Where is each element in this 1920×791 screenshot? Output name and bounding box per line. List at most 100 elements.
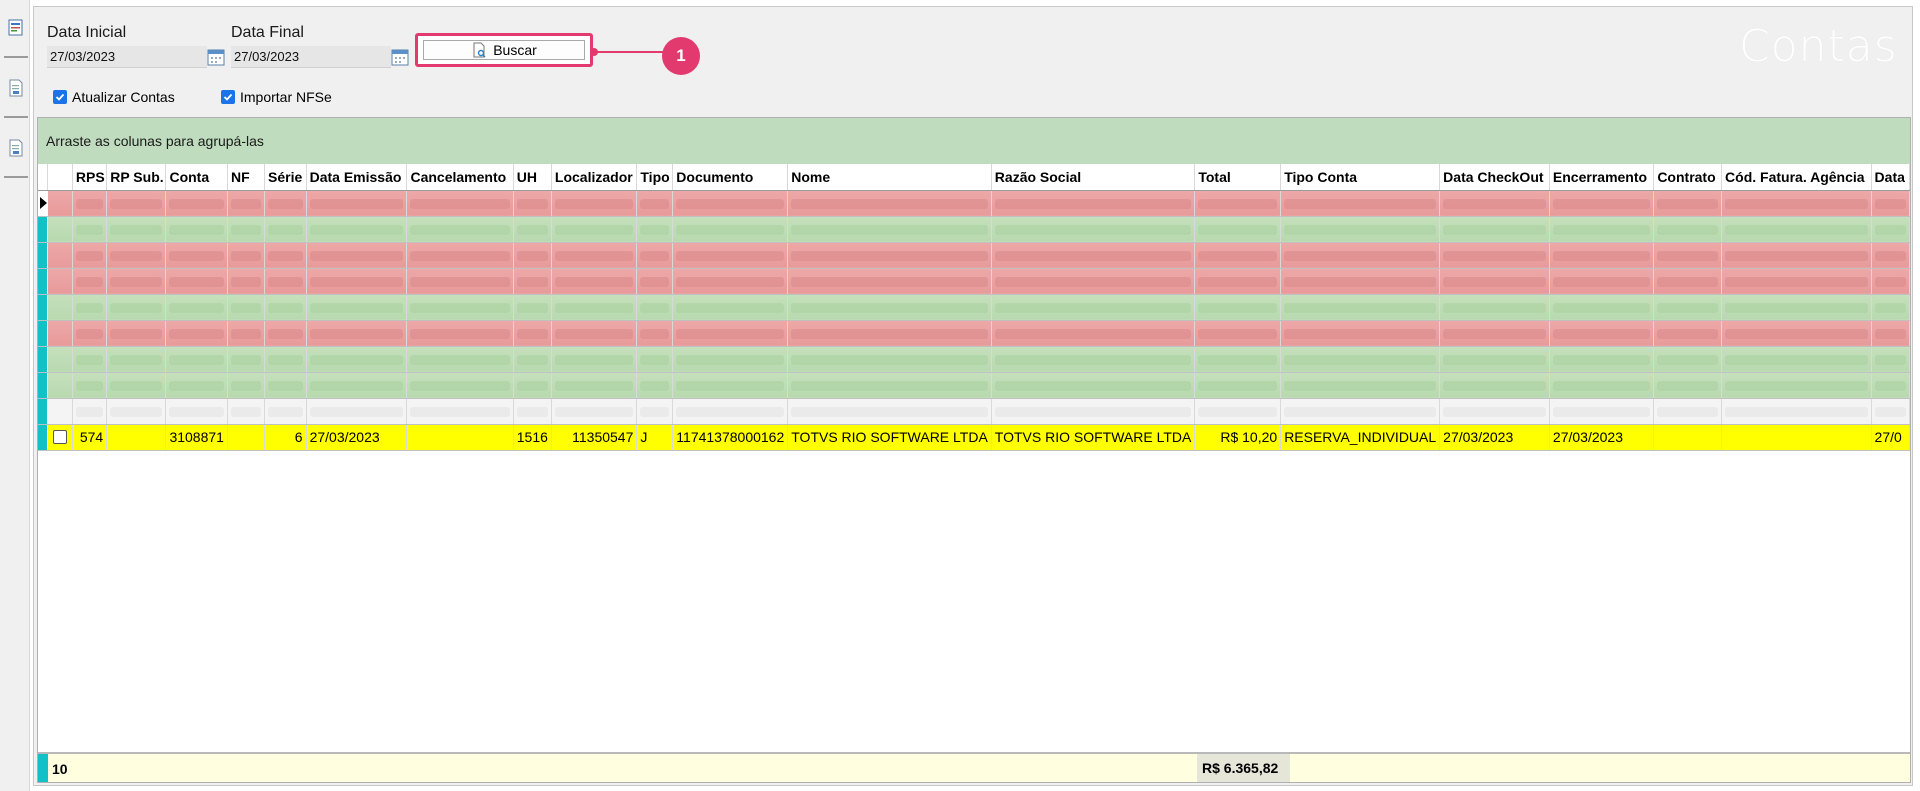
- buscar-button[interactable]: Buscar: [423, 40, 585, 60]
- table-cell: [1439, 294, 1550, 321]
- table-cell: [406, 372, 514, 399]
- cell-data-emissao: 27/03/2023: [306, 424, 408, 451]
- table-cell: [1280, 320, 1441, 347]
- table-row[interactable]: [38, 216, 1910, 243]
- table-cell: [165, 320, 228, 347]
- table-row[interactable]: [38, 190, 1910, 217]
- cell-cod-fatura: [1721, 424, 1872, 451]
- atualizar-contas-checkbox[interactable]: Atualizar Contas: [53, 89, 175, 105]
- table-row[interactable]: [38, 320, 1910, 347]
- table-cell: [264, 268, 307, 295]
- table-cell: [1549, 190, 1655, 217]
- table-row[interactable]: [38, 346, 1910, 373]
- table-cell: [165, 268, 228, 295]
- table-cell: [1871, 294, 1910, 321]
- table-row[interactable]: [38, 294, 1910, 321]
- importar-nfse-checkbox[interactable]: Importar NFSe: [221, 89, 332, 105]
- cell-uh: 1516: [513, 424, 552, 451]
- table-row[interactable]: [38, 372, 1910, 399]
- toolbar-button-3[interactable]: [4, 124, 28, 178]
- table-cell: [1194, 398, 1282, 425]
- col-data-emissao[interactable]: Data Emissão: [306, 164, 408, 191]
- table-cell: [306, 346, 408, 373]
- table-cell: [636, 216, 674, 243]
- table-cell: [991, 294, 1196, 321]
- data-inicial-input[interactable]: 27/03/2023: [47, 46, 207, 68]
- table-cell: [1194, 346, 1282, 373]
- table-cell: [1721, 346, 1872, 373]
- table-cell: [264, 216, 307, 243]
- checkmark-icon: [221, 90, 235, 104]
- col-rps[interactable]: RPS: [72, 164, 108, 191]
- row-checkbox[interactable]: [53, 430, 68, 444]
- table-row[interactable]: [38, 242, 1910, 269]
- col-encerramento[interactable]: Encerramento: [1549, 164, 1655, 191]
- table-cell: [165, 346, 228, 373]
- col-cod-fatura-agencia[interactable]: Cód. Fatura. Agência: [1721, 164, 1872, 191]
- col-serie[interactable]: Série: [264, 164, 307, 191]
- table-cell: [1871, 190, 1910, 217]
- table-cell: [787, 372, 992, 399]
- col-rp-sub[interactable]: RP Sub.: [106, 164, 167, 191]
- table-cell: [551, 294, 638, 321]
- col-data-checkout[interactable]: Data CheckOut: [1439, 164, 1550, 191]
- col-localizador[interactable]: Localizador: [551, 164, 638, 191]
- table-cell: [1871, 216, 1910, 243]
- table-cell: [264, 372, 307, 399]
- cell-tipo-conta: RESERVA_INDIVIDUAL: [1280, 424, 1441, 451]
- callout-line: [593, 51, 665, 53]
- col-tipo[interactable]: Tipo: [636, 164, 674, 191]
- toolbar-button-2[interactable]: [4, 64, 28, 118]
- table-row[interactable]: [38, 268, 1910, 295]
- table-cell: [1280, 398, 1441, 425]
- col-uh[interactable]: UH: [513, 164, 552, 191]
- col-nf[interactable]: NF: [227, 164, 266, 191]
- table-cell: [1549, 398, 1655, 425]
- row-select-cell[interactable]: [47, 424, 73, 451]
- calendar-icon[interactable]: [207, 48, 225, 66]
- col-cancelamento[interactable]: Cancelamento: [406, 164, 514, 191]
- table-cell: [1439, 216, 1550, 243]
- cell-localizador: 11350547: [551, 424, 638, 451]
- table-row[interactable]: [38, 398, 1910, 425]
- col-conta[interactable]: Conta: [165, 164, 228, 191]
- table-cell: [513, 242, 552, 269]
- col-razao-social[interactable]: Razão Social: [991, 164, 1196, 191]
- cell-rps: 574: [72, 424, 108, 451]
- col-nome[interactable]: Nome: [787, 164, 992, 191]
- table-cell: [513, 372, 552, 399]
- table-cell: [1653, 398, 1723, 425]
- group-by-panel[interactable]: Arraste as colunas para agrupá-las: [38, 118, 1910, 164]
- cell-contrato: [1653, 424, 1723, 451]
- table-header: RPS RP Sub. Conta NF Série Data Emissão …: [38, 164, 1910, 191]
- col-documento[interactable]: Documento: [672, 164, 789, 191]
- table-cell: [636, 320, 674, 347]
- calendar-icon[interactable]: [391, 48, 409, 66]
- col-total[interactable]: Total: [1194, 164, 1282, 191]
- table-cell: [1439, 320, 1550, 347]
- table-cell: [787, 346, 992, 373]
- cell-total: R$ 10,20: [1194, 424, 1282, 451]
- table-cell: [1439, 346, 1550, 373]
- table-cell: [165, 372, 228, 399]
- table-cell: [787, 268, 992, 295]
- table-cell: [787, 242, 992, 269]
- data-final-input[interactable]: 27/03/2023: [231, 46, 391, 68]
- table-cell: [165, 398, 228, 425]
- col-contrato[interactable]: Contrato: [1653, 164, 1723, 191]
- table-cell: [1721, 190, 1872, 217]
- table-cell: [672, 216, 789, 243]
- table-cell: [1871, 372, 1910, 399]
- table-row[interactable]: 574 3108871 6 27/03/2023 1516 11350547 J 117413…: [38, 424, 1910, 451]
- table-cell: [1439, 268, 1550, 295]
- col-tipo-conta[interactable]: Tipo Conta: [1280, 164, 1441, 191]
- cell-cancelamento: [406, 424, 514, 451]
- table-cell: [991, 242, 1196, 269]
- table-cell: [1653, 294, 1723, 321]
- toolbar-button-1[interactable]: [4, 4, 28, 58]
- table-cell: [264, 398, 307, 425]
- table-cell: [264, 320, 307, 347]
- table-cell: [406, 294, 514, 321]
- col-data[interactable]: Data: [1871, 164, 1910, 191]
- table-cell: [306, 216, 408, 243]
